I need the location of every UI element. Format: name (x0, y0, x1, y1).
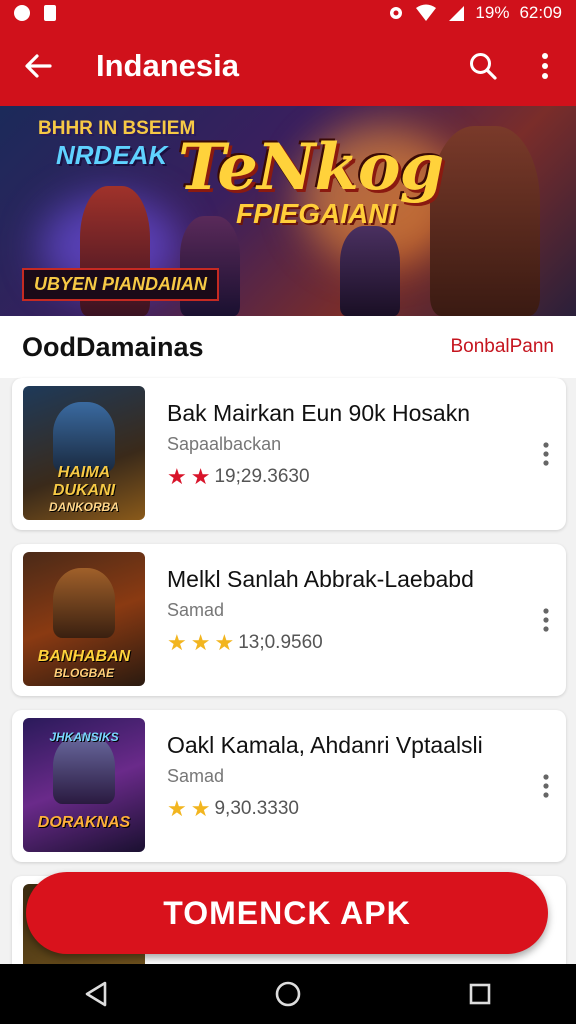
settings-icon (390, 7, 403, 19)
app-developer: Samad (167, 600, 225, 620)
list-item[interactable]: BANHABAN BLOGBAE Melkl Sanlah Abbrak-Lae… (12, 544, 566, 696)
app-name: Oakl Kamala, Ahdanri Vptaalsli (167, 732, 483, 758)
section-header: OodDamainas BonbalPann (0, 316, 576, 378)
star-icon: ★ (190, 796, 211, 821)
thumbnail-footer: BLOGBAE (54, 666, 114, 680)
star-icon: ★ (190, 630, 211, 655)
thumbnail-figure (53, 568, 115, 638)
wifi-icon (416, 4, 437, 21)
star-icon: ★ (190, 464, 211, 489)
more-vertical-icon (542, 53, 548, 79)
app-name: Bak Mairkan Eun 90k Hosakn (167, 400, 470, 426)
star-icon: ★ (167, 464, 187, 489)
more-vertical-icon (543, 442, 549, 466)
thumbnail-footer: DANKORBA (49, 500, 119, 514)
thumbnail-text: BANHABAN (37, 648, 131, 665)
thumbnail-text: DORAKNAS (37, 814, 131, 831)
banner-title: TeNkog (178, 130, 444, 205)
section-title: OodDamainas (22, 331, 204, 362)
search-icon (470, 53, 497, 80)
app-rating: ★ ★ 9,30.3330 (167, 798, 299, 820)
battery-text: 19% (475, 3, 510, 22)
star-icon: ★ (214, 630, 235, 655)
hero-figure (340, 226, 400, 316)
see-more-link[interactable]: BonbalPann (450, 336, 554, 358)
overflow-menu-button[interactable] (514, 26, 576, 106)
thumbnail-figure (53, 734, 115, 804)
app-rating: ★ ★ ★ 13;0.9560 (167, 632, 323, 654)
signal-icon (449, 6, 465, 21)
arrow-left-icon (25, 54, 52, 78)
star-icon: ★ (167, 796, 187, 821)
app-developer: Samad (167, 766, 225, 786)
item-menu-button[interactable] (532, 432, 560, 476)
thumbnail-figure (53, 402, 115, 472)
banner-tag: UBYEN PIANDAIIAN (22, 268, 220, 301)
star-icon: ★ (167, 630, 187, 655)
app-name: Melkl Sanlah Abbrak-Laebabd (167, 566, 474, 592)
clock: 62:09 (519, 3, 562, 22)
app-developer: Sapaalbackan (167, 434, 282, 454)
back-button[interactable] (0, 26, 76, 106)
system-nav-bar (0, 964, 576, 1024)
status-bar: 19% 62:09 (0, 0, 576, 26)
download-apk-button[interactable]: TOMENCK APK (26, 872, 548, 954)
app-thumbnail: DORAKNAS JHKANSIKS (23, 718, 145, 852)
list-item[interactable]: HAIMA DUKANI DANKORBA Bak Mairkan Eun 90… (12, 378, 566, 530)
item-menu-button[interactable] (532, 598, 560, 642)
app-thumbnail: HAIMA DUKANI DANKORBA (23, 386, 145, 520)
app-thumbnail: BANHABAN BLOGBAE (23, 552, 145, 686)
rating-text: 13;0.9560 (238, 632, 323, 653)
rating-text: 9,30.3330 (214, 798, 299, 819)
triangle-back-icon (85, 981, 107, 1007)
search-button[interactable] (452, 26, 514, 106)
more-vertical-icon (543, 608, 549, 632)
banner-top-text-2: NRDEAK (56, 140, 168, 170)
nav-home-button[interactable] (253, 964, 323, 1024)
rating-text: 19;29.3630 (214, 466, 310, 487)
page-title: Indanesia (96, 48, 239, 83)
list-item[interactable]: DORAKNAS JHKANSIKS Oakl Kamala, Ahdanri … (12, 710, 566, 862)
sim-icon (44, 5, 56, 21)
nav-back-button[interactable] (61, 964, 131, 1024)
app-rating: ★ ★ 19;29.3630 (167, 466, 310, 488)
thumbnail-text: HAIMA DUKANI (52, 464, 116, 499)
hero-figure (180, 216, 240, 316)
featured-banner[interactable]: BHHR IN BSEIEM NRDEAK TeNkog FPIEGAIANI … (0, 106, 576, 316)
banner-subtitle: FPIEGAIANI (236, 198, 397, 229)
circle-home-icon (275, 981, 301, 1007)
square-recents-icon (469, 983, 491, 1005)
app-screen: 19% 62:09 Indanesia BHHR IN BSEIEM NRDEA… (0, 0, 576, 1024)
nav-recents-button[interactable] (445, 964, 515, 1024)
app-bar: Indanesia (0, 26, 576, 106)
banner-top-text: BHHR IN BSEIEM (38, 118, 196, 139)
hero-figure (430, 126, 540, 316)
more-vertical-icon (543, 774, 549, 798)
notification-icon (14, 5, 30, 21)
thumbnail-footer: JHKANSIKS (49, 730, 119, 744)
item-menu-button[interactable] (532, 764, 560, 808)
